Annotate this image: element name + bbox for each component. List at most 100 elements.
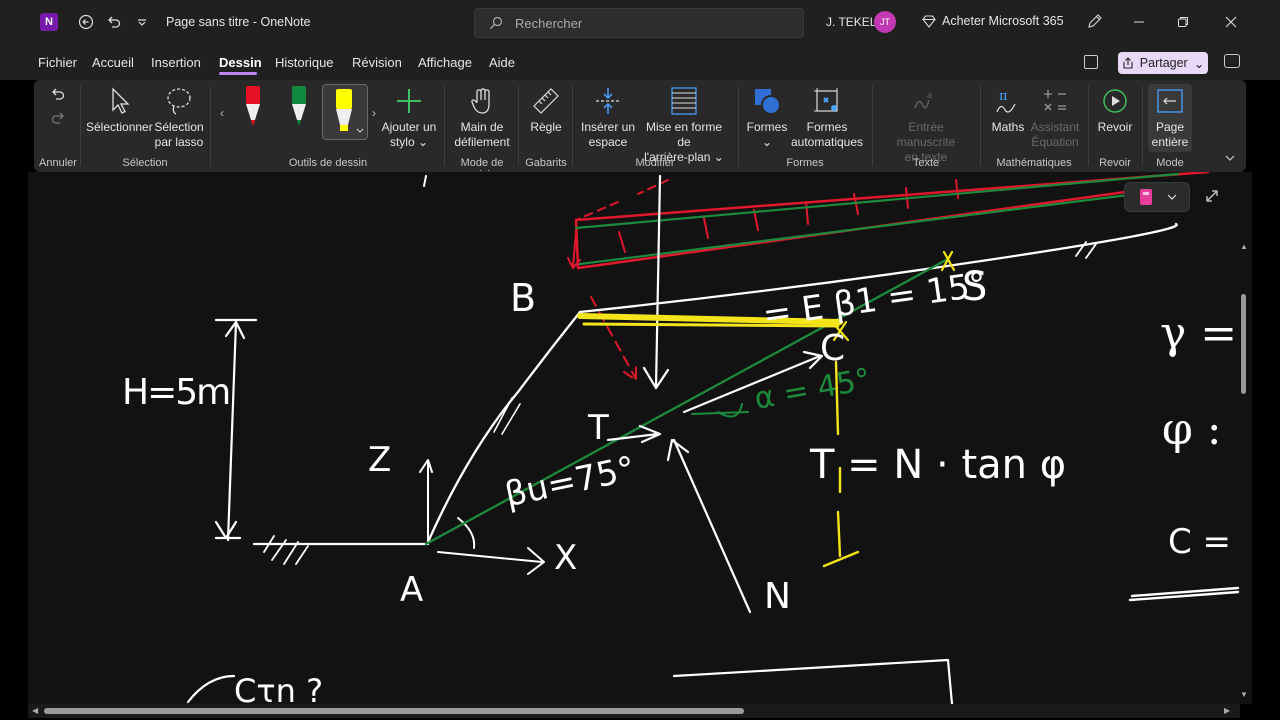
ruler-button[interactable]: Règle xyxy=(524,86,568,135)
replay-label: Revoir xyxy=(1097,120,1133,134)
pi-icon: π xyxy=(996,89,1016,113)
shapes-icon xyxy=(755,89,781,115)
label-formula: T = N · tan φ xyxy=(810,442,1067,488)
insert-space-label-1: Insérer un xyxy=(580,120,636,134)
tab-dessin[interactable]: Dessin xyxy=(219,55,262,70)
close-button[interactable] xyxy=(1216,8,1246,36)
add-pen-label-2: stylo ⌄ xyxy=(389,135,429,149)
ribbon-separator xyxy=(444,86,445,166)
ink-axis-z xyxy=(419,459,433,543)
tab-accueil[interactable]: Accueil xyxy=(92,55,134,70)
minimize-button[interactable] xyxy=(1124,8,1154,36)
tab-revision[interactable]: Révision xyxy=(352,55,402,70)
search-icon xyxy=(490,16,503,29)
scroll-left-icon[interactable]: ◀ xyxy=(32,706,38,715)
ink-white-stroke xyxy=(423,175,427,187)
tab-affichage[interactable]: Affichage xyxy=(418,55,472,70)
comments-icon[interactable] xyxy=(1224,54,1240,68)
lasso-select-button[interactable]: Sélection par lasso xyxy=(152,86,206,150)
ruler-label: Règle xyxy=(530,120,562,134)
ruler-icon xyxy=(533,88,559,114)
add-pen-label-1: Ajouter un xyxy=(381,120,437,134)
scroll-pens-right-icon[interactable]: › xyxy=(372,106,376,120)
background-label-1: Mise en forme de xyxy=(645,120,723,149)
math-assist-label-2: Équation xyxy=(1031,135,1079,149)
add-pen-button[interactable]: Ajouter un stylo ⌄ xyxy=(380,86,438,150)
tab-historique[interactable]: Historique xyxy=(275,55,334,70)
restore-button[interactable] xyxy=(1168,8,1198,36)
share-button[interactable]: Partager ⌄ xyxy=(1118,52,1208,74)
scroll-pens-left-icon[interactable]: ‹ xyxy=(220,106,224,120)
label-n: N xyxy=(764,576,791,617)
group-annuler: Annuler xyxy=(39,157,77,169)
notebook-switcher[interactable] xyxy=(1124,182,1190,212)
full-page-icon xyxy=(1157,89,1183,113)
group-texte: Texte xyxy=(912,157,940,169)
ink-axis-x xyxy=(437,547,545,575)
math-assist-label-1: Assistant xyxy=(1030,120,1080,134)
user-name[interactable]: J. TEKEL xyxy=(826,15,876,29)
buy-microsoft-365-button[interactable]: Acheter Microsoft 365 xyxy=(922,14,1064,28)
notebook-icon[interactable] xyxy=(1084,55,1098,69)
vertical-scrollbar-thumb[interactable] xyxy=(1241,294,1246,394)
green-pen-tool[interactable] xyxy=(288,84,310,132)
ink-white-stroke xyxy=(672,658,954,704)
select-button[interactable]: Sélectionner xyxy=(86,86,153,135)
expand-icon[interactable] xyxy=(1204,188,1222,206)
back-icon[interactable] xyxy=(72,8,100,36)
ink-green-stroke xyxy=(691,411,749,415)
ribbon-separator xyxy=(738,86,739,166)
insert-space-button[interactable]: Insérer un espace xyxy=(578,86,638,150)
label-z: Z xyxy=(368,440,392,480)
group-formes: Formes xyxy=(786,157,824,169)
ink-arrow-n xyxy=(666,438,752,614)
tab-insertion[interactable]: Insertion xyxy=(151,55,201,70)
yellow-highlighter-tool[interactable] xyxy=(322,84,368,140)
hand-icon xyxy=(471,88,490,114)
buy-label: Acheter Microsoft 365 xyxy=(942,14,1064,28)
pen-draw-icon[interactable] xyxy=(1086,12,1106,32)
grid-lines-icon xyxy=(671,87,697,115)
lasso-label-2: par lasso xyxy=(154,135,204,149)
ribbon-separator xyxy=(572,86,573,166)
ink-green-angle-arc xyxy=(717,403,743,418)
background-format-button[interactable]: Mise en forme de l'arrière-plan ⌄ xyxy=(638,86,730,165)
scroll-right-icon[interactable]: ▶ xyxy=(1224,706,1230,715)
shapes-dropdown-icon: ⌄ xyxy=(761,135,773,149)
scroll-down-icon[interactable]: ▼ xyxy=(1240,690,1248,699)
red-pen-tool[interactable] xyxy=(242,84,264,132)
replay-icon xyxy=(1103,89,1127,113)
ribbon-undo-icon[interactable] xyxy=(50,86,66,105)
fullpage-label-1: Page xyxy=(1155,120,1185,134)
group-outils-de-dessin: Outils de dessin xyxy=(288,157,368,169)
avatar[interactable]: JT xyxy=(874,11,896,33)
math-assistant-button: Assistant Équation xyxy=(1030,86,1080,150)
share-icon xyxy=(1123,57,1133,69)
note-canvas[interactable]: B A C T N Z X S H=5m βu=75° = E β1 = 15°… xyxy=(28,172,1252,704)
scroll-hand-button[interactable]: Main de défilement xyxy=(452,86,512,150)
tab-aide[interactable]: Aide xyxy=(489,55,515,70)
chevron-down-icon xyxy=(1167,194,1176,200)
ribbon-collapse-icon[interactable] xyxy=(1224,152,1236,166)
ribbon-separator xyxy=(80,86,81,166)
full-page-button[interactable]: Page entière xyxy=(1148,84,1192,152)
chevron-down-icon: ⌄ xyxy=(1193,56,1205,71)
auto-shapes-button[interactable]: Formes automatiques xyxy=(790,86,864,150)
search-input[interactable]: Rechercher xyxy=(474,8,804,38)
ribbon-separator xyxy=(872,86,873,166)
tab-fichier[interactable]: Fichier xyxy=(38,55,77,70)
math-button[interactable]: π Maths xyxy=(988,86,1028,135)
ribbon-redo-icon[interactable] xyxy=(50,110,66,129)
ribbon-separator xyxy=(1142,86,1143,166)
lasso-label-1: Sélection xyxy=(154,120,204,134)
group-mathematiques: Mathématiques xyxy=(996,157,1072,169)
shapes-button[interactable]: Formes ⌄ xyxy=(744,86,790,150)
group-revoir: Revoir xyxy=(1099,157,1131,169)
quick-access-dropdown-icon[interactable] xyxy=(128,8,156,36)
replay-button[interactable]: Revoir xyxy=(1094,86,1136,135)
undo-icon[interactable] xyxy=(100,8,128,36)
label-right-gamma: γ = xyxy=(1160,308,1238,359)
scroll-up-icon[interactable]: ▲ xyxy=(1240,242,1248,251)
equation-icon xyxy=(1044,90,1066,111)
horizontal-scrollbar-thumb[interactable] xyxy=(44,708,744,714)
